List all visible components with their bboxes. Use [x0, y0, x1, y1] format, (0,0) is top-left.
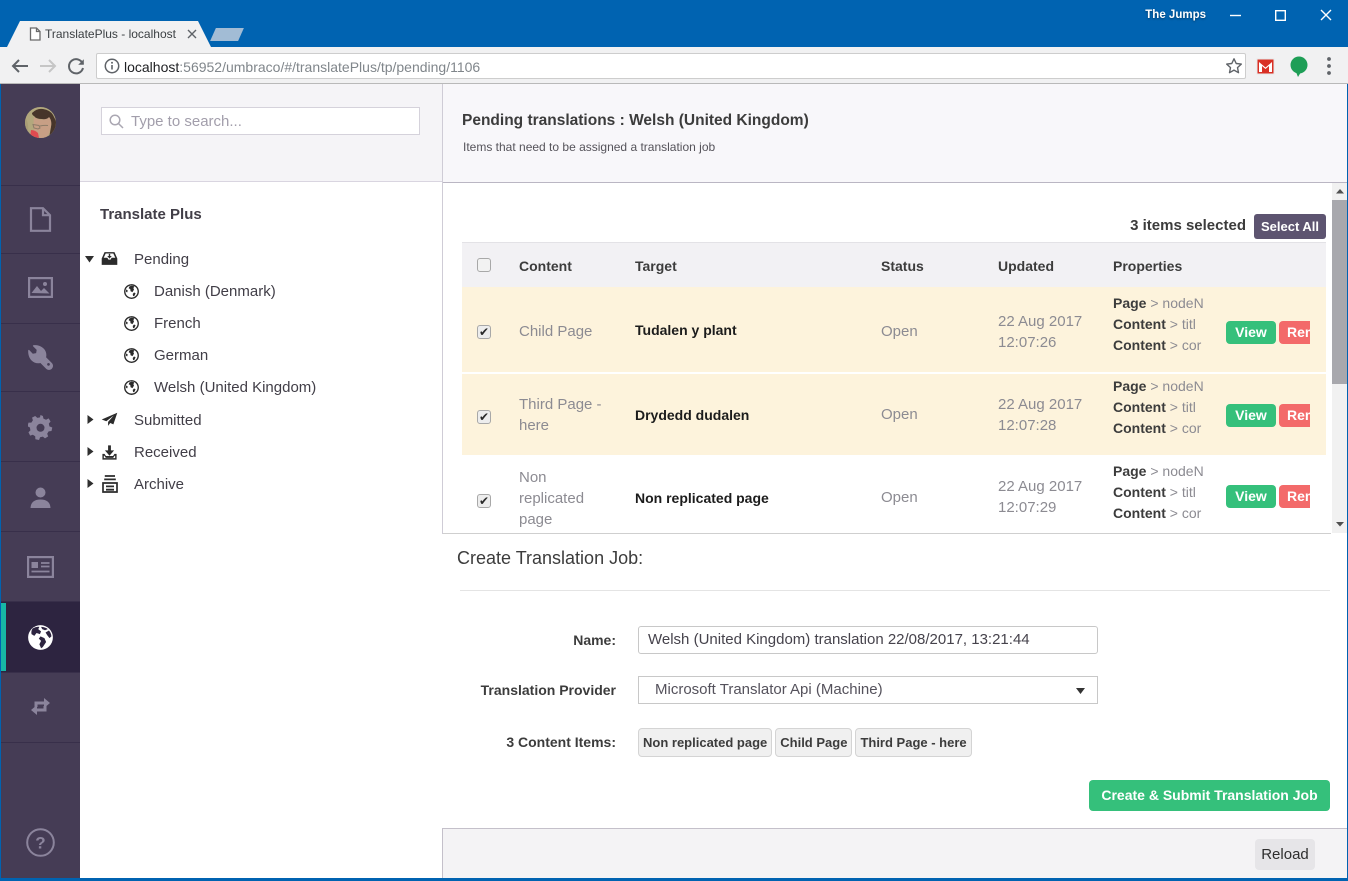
svg-text:?: ? [35, 834, 45, 853]
